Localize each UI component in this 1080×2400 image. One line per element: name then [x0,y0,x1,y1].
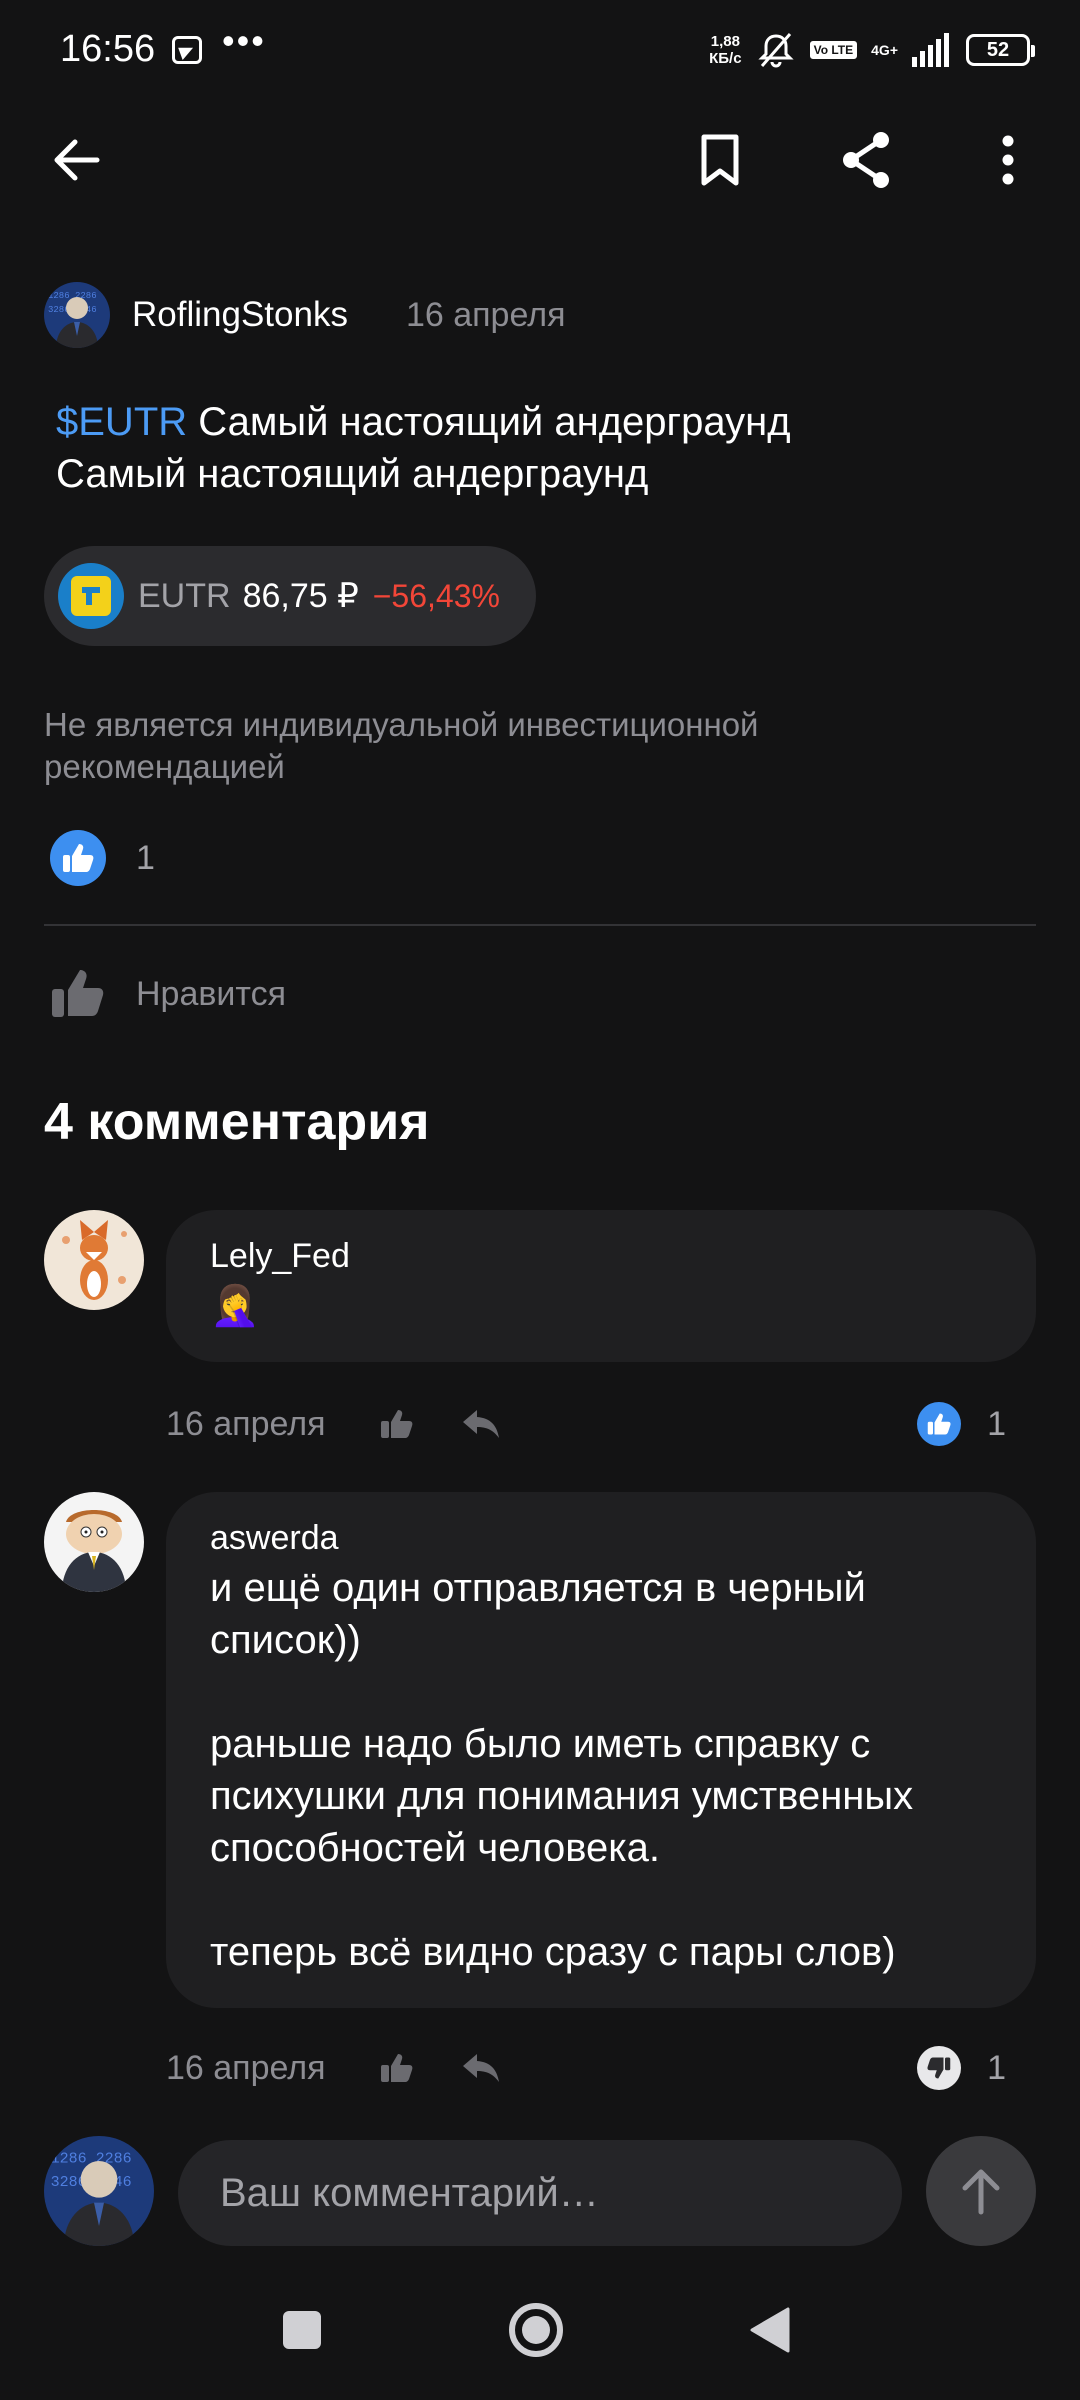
comment-rating: 1 [917,2038,1006,2098]
comment-rating-count: 1 [987,2048,1006,2087]
arrow-left-icon [54,139,100,181]
signal-icon [912,33,949,67]
comment-date: 16 апреля [166,2048,326,2087]
post-text-line-1: $EUTR Самый настоящий андерграунд [56,396,1036,448]
thumbs-up-small-icon [380,1410,412,1438]
comments-title: 4 комментария [44,1093,430,1151]
comment-rating-count: 1 [987,1404,1006,1443]
commenter-avatar-image [44,1210,144,1310]
square-icon [283,2311,321,2349]
post-text-line-2: Самый настоящий андерграунд [56,452,649,496]
comment-input-bar: 1286 2286 3286 1246 [0,2122,1080,2262]
commenter-avatar[interactable] [44,1492,144,1592]
ticker-chip[interactable]: EUTR 86,75 ₽ −56,43% [44,546,536,646]
back-button[interactable] [36,120,116,200]
comment-bubble: aswerda и ещё один отправляется в черный… [166,1492,1036,2008]
post-date: 16 апреля [405,295,566,334]
recents-button[interactable] [262,2290,342,2370]
post-text-line-1-rest: Самый настоящий андерграунд [187,400,791,444]
send-button[interactable] [926,2136,1036,2246]
disclaimer: Не является индивидуальной инвестиционно… [44,706,759,785]
circle-home-icon [509,2303,563,2357]
thumbs-up-small-icon [380,2054,412,2082]
my-avatar-image: 1286 2286 3286 1246 [44,2136,154,2246]
likes-summary[interactable]: 1 [50,828,155,888]
comment-text: 🤦‍♀️ [210,1284,260,1328]
comment-meta: 16 апреля 1 [166,2038,1006,2098]
back-nav-button[interactable] [730,2290,810,2370]
thumbs-up-icon [50,830,106,886]
ticker-change: −56,43% [372,577,500,614]
divider [44,924,1036,926]
arrow-up-icon [962,2169,1000,2215]
comment-reply-button[interactable] [456,2043,506,2093]
comment-reply-button[interactable] [456,1399,506,1449]
author-avatar[interactable]: 1286 2286 3286 1246 [44,282,110,348]
comment-input[interactable] [178,2140,902,2246]
like-button[interactable]: Нравится [50,962,286,1026]
ticker-price: 86,75 ₽ [242,577,359,615]
comment-meta: 16 апреля 1 [166,1394,1006,1454]
status-bar: 16:56 ••• 1,88 КБ/с Vo LTE 4G+ 52 [0,0,1080,100]
share-button[interactable] [826,120,906,200]
thumbs-up-icon [917,1402,962,1446]
post-author[interactable]: 1286 2286 3286 1246 RoflingStonks 16 апр… [44,282,565,348]
comment-date: 16 апреля [166,1404,326,1443]
home-button[interactable] [496,2290,576,2370]
battery-icon: 52 [966,34,1035,66]
likes-count: 1 [136,838,155,877]
system-nav-bar [0,2262,1080,2400]
volte-badge: Vo LTE [809,41,858,59]
commenter-avatar[interactable] [44,1210,144,1310]
author-name[interactable]: RoflingStonks [132,295,348,335]
ticker-symbol: EUTR [138,576,231,615]
mute-bell-icon [757,33,794,68]
reply-icon [462,2054,499,2082]
share-icon [843,132,889,188]
more-options-button[interactable] [968,120,1048,200]
ticker-logo-icon [58,563,124,629]
status-time: 16:56 [60,28,156,70]
triangle-back-icon [750,2307,790,2353]
status-indicators: 1,88 КБ/с Vo LTE 4G+ 52 [709,28,1035,72]
more-notifications-icon: ••• [222,20,266,61]
author-avatar-image: 1286 2286 3286 1246 [44,282,110,348]
ticker-tag-link[interactable]: $EUTR [56,400,187,444]
bookmark-button[interactable] [680,120,760,200]
like-button-label: Нравится [136,974,287,1013]
more-vertical-icon [1002,135,1014,185]
reply-icon [462,1410,499,1438]
battery-level: 52 [986,38,1010,61]
telegram-icon [172,36,202,64]
comment-item: aswerda и ещё один отправляется в черный… [44,1492,1036,2012]
comment-rating: 1 [917,1394,1006,1454]
comment-bubble: Lely_Fed 🤦‍♀️ [166,1210,1036,1362]
comment-author[interactable]: Lely_Fed [210,1236,994,1276]
comment-text: и ещё один отправляется в черный список)… [210,1566,914,1974]
thumbs-up-outline-icon [52,970,104,1017]
commenter-avatar-image [44,1492,144,1592]
network-speed-unit: КБ/с [709,50,742,67]
bookmark-icon [701,134,739,186]
comment-like-button[interactable] [372,1399,422,1449]
post-body: $EUTR Самый настоящий андерграунд Самый … [56,396,1036,500]
comment-like-button[interactable] [372,2043,422,2093]
my-avatar: 1286 2286 3286 1246 [44,2136,154,2246]
network-type: 4G+ [871,42,898,58]
network-speed: 1,88 КБ/с [709,33,741,67]
network-speed-value: 1,88 [710,33,740,50]
thumbs-down-icon [917,2046,962,2090]
comment-author[interactable]: aswerda [210,1518,994,1558]
